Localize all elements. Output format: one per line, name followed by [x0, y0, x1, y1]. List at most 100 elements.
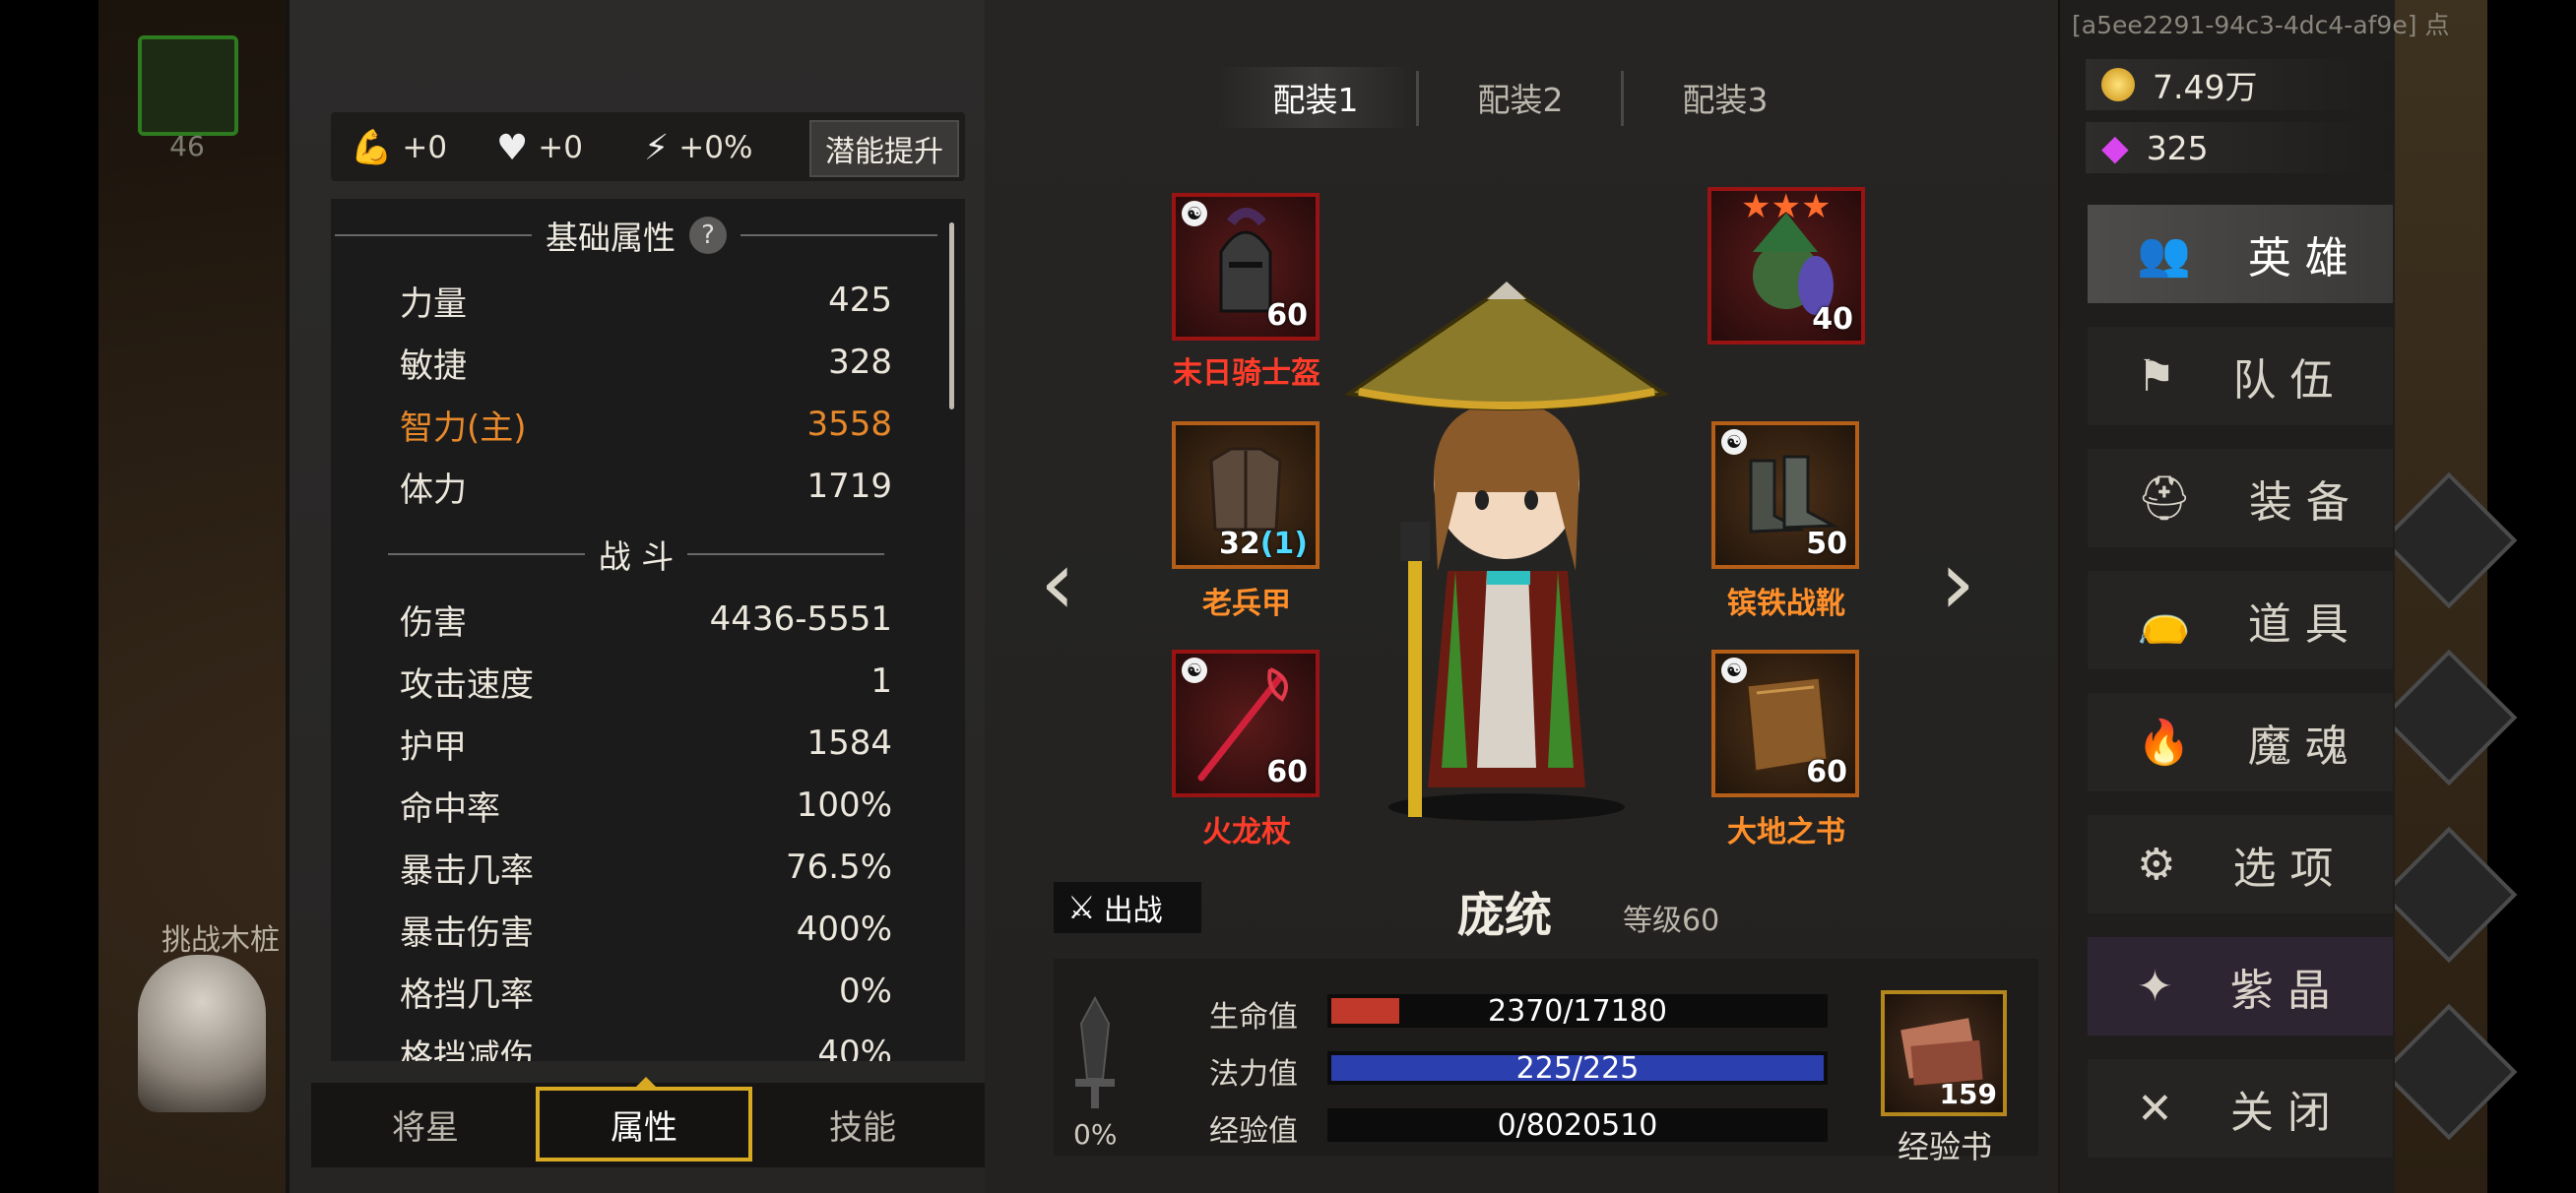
book-slot[interactable]: ☯ 60 [1711, 650, 1859, 797]
companion-level: 40 [1812, 302, 1853, 337]
flag-icon: ⚑ [2137, 350, 2190, 402]
helmet-slot[interactable]: ☯ 60 [1172, 193, 1320, 341]
hero-level: 等级60 [1623, 904, 1720, 938]
background-slot-count: 46 [169, 130, 205, 162]
stat-row-attack-speed: 攻击速度 1 [400, 661, 892, 705]
bag-icon: 👝 [2137, 596, 2205, 646]
tab-attributes[interactable]: 属性 [536, 1087, 752, 1162]
menu-soul[interactable]: 🔥 魔魂 [2088, 693, 2393, 791]
item-level: 60 [1266, 298, 1308, 333]
gem-icon: ◆ [2101, 127, 2129, 168]
stat-row-armor: 护甲 1584 [400, 723, 892, 767]
menu-equipment[interactable]: ⛑ 装备 [2088, 449, 2393, 547]
mp-label: 法力值 [1209, 1057, 1298, 1092]
sword-gauge-icon [1075, 995, 1115, 1108]
tab-loadout-1[interactable]: 配装1 [1217, 67, 1414, 128]
stat-row-crit-chance: 暴击几率 76.5% [400, 848, 892, 891]
sword-gauge-percent: 0% [1073, 1118, 1118, 1151]
exp-label: 经验值 [1209, 1114, 1298, 1149]
helmet-name: 末日骑士盔 [1173, 356, 1320, 391]
book-name: 大地之书 [1727, 815, 1845, 849]
exp-book-slot[interactable]: 159 [1881, 990, 2007, 1116]
exp-text: 0/8020510 [1497, 1107, 1658, 1143]
challenge-dummy-label: 挑战木桩 [161, 923, 280, 958]
hero-icon: 👥 [2137, 229, 2205, 280]
boots-slot[interactable]: ☯ 50 [1711, 421, 1859, 569]
tab-skills[interactable]: 技能 [754, 1087, 971, 1162]
weapon-name: 火龙杖 [1202, 815, 1291, 849]
menu-items[interactable]: 👝 道具 [2088, 571, 2393, 669]
stat-row-block-reduction: 格挡减伤 40% [400, 1034, 892, 1061]
base-attributes-header: 基础属性 ? [331, 209, 941, 262]
stats-list[interactable]: 基础属性 ? 力量 425 敏捷 328 智力(主) 3558 体力 1719 … [331, 199, 965, 1061]
divider [687, 553, 885, 555]
mp-bar: 225/225 [1327, 1050, 1828, 1086]
menu-team[interactable]: ⚑ 队伍 [2088, 327, 2393, 425]
background-skill-slot [138, 35, 238, 136]
hero-name: 庞统 [1457, 888, 1553, 943]
hp-bar: 2370/17180 [1327, 993, 1828, 1029]
tab-generals[interactable]: 将星 [317, 1087, 534, 1162]
lightning-icon: ⚡ [644, 127, 670, 168]
armor-slot[interactable]: 32(1) [1172, 421, 1320, 569]
edge-hud-button [2380, 826, 2518, 964]
stat-row-crit-damage: 暴击伤害 400% [400, 910, 892, 953]
previous-hero-arrow[interactable]: ‹ [1040, 532, 1075, 635]
next-hero-arrow[interactable]: › [1940, 532, 1975, 635]
stat-row-agility: 敏捷 328 [400, 343, 892, 386]
tab-loadout-3[interactable]: 配装3 [1627, 67, 1824, 128]
help-icon[interactable]: ? [689, 217, 727, 254]
exp-bar: 0/8020510 [1327, 1107, 1828, 1143]
tab-loadout-2[interactable]: 配装2 [1422, 67, 1619, 128]
stat-row-stamina: 体力 1719 [400, 467, 892, 510]
item-level: 60 [1806, 755, 1847, 789]
deploy-badge[interactable]: ⚔ 出战 [1054, 882, 1201, 933]
close-icon: ✕ [2137, 1083, 2187, 1134]
energy-bonus: ⚡ +0% [644, 127, 753, 168]
gem-display: ◆ 325 [2086, 122, 2393, 173]
edge-hud-button [2380, 471, 2518, 609]
player-uid: [a5ee2291-94c3-4dc4-af9e] 点 [2072, 11, 2450, 39]
combat-header: 战 斗 [331, 528, 941, 581]
menu-crystal[interactable]: ✦ 紫晶 [2088, 937, 2393, 1036]
stat-row-intelligence: 智力(主) 3558 [400, 405, 892, 448]
health-bonus: ♥ +0 [496, 127, 583, 168]
item-level: 50 [1806, 527, 1847, 561]
exp-book-label: 经验书 [1897, 1128, 1992, 1165]
item-level: 60 [1266, 755, 1308, 789]
crystal-icon: ✦ [2137, 961, 2187, 1012]
strength-bonus: 💪 +0 [351, 128, 448, 167]
exp-book-count: 159 [1939, 1078, 1997, 1110]
potential-upgrade-button[interactable]: 潜能提升 [809, 120, 959, 177]
armor-name: 老兵甲 [1202, 587, 1291, 621]
companion-slot[interactable]: ★★★ 40 [1707, 187, 1865, 345]
stat-row-strength: 力量 425 [400, 281, 892, 324]
stats-scrollbar[interactable] [949, 222, 954, 409]
mp-text: 225/225 [1515, 1050, 1640, 1086]
edge-hud-button [2380, 649, 2518, 786]
stat-row-block-chance: 格挡几率 0% [400, 972, 892, 1015]
boots-name: 镔铁战靴 [1727, 587, 1845, 621]
stat-row-hit-rate: 命中率 100% [400, 785, 892, 829]
right-edge-background [2380, 0, 2518, 1193]
menu-hero[interactable]: 👥 英雄 [2088, 205, 2393, 303]
heart-icon: ♥ [496, 127, 529, 168]
training-dummy-figure [138, 955, 266, 1112]
divider [741, 234, 937, 236]
stat-row-damage: 伤害 4436-5551 [400, 599, 892, 643]
muscle-icon: 💪 [351, 128, 393, 167]
divider [387, 553, 585, 555]
edge-hud-button [2380, 1003, 2518, 1141]
weapon-slot[interactable]: ☯ 60 [1172, 650, 1320, 797]
divider [1621, 71, 1624, 126]
item-level: 32(1) [1218, 527, 1308, 561]
menu-options[interactable]: ⚙ 选项 [2088, 815, 2393, 913]
gold-display: 7.49万 [2086, 59, 2393, 110]
helmet-icon: ⛑ [2137, 473, 2206, 524]
flame-icon: 🔥 [2137, 718, 2205, 768]
hp-text: 2370/17180 [1488, 993, 1667, 1029]
divider [335, 234, 532, 236]
hp-label: 生命值 [1209, 1000, 1298, 1035]
menu-close[interactable]: ✕ 关闭 [2088, 1059, 2393, 1158]
hero-portrait [1343, 282, 1670, 821]
